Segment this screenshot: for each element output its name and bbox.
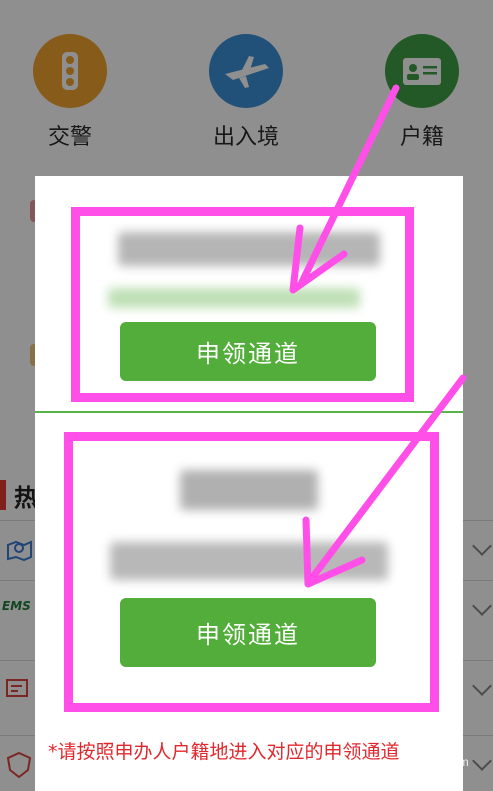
arrow-icon [298,84,400,286]
arrow-icon [308,374,467,582]
watermark: jingyan.baidu.com [372,755,469,769]
arrowhead-icon [289,224,348,294]
annotation-arrows [289,84,467,588]
